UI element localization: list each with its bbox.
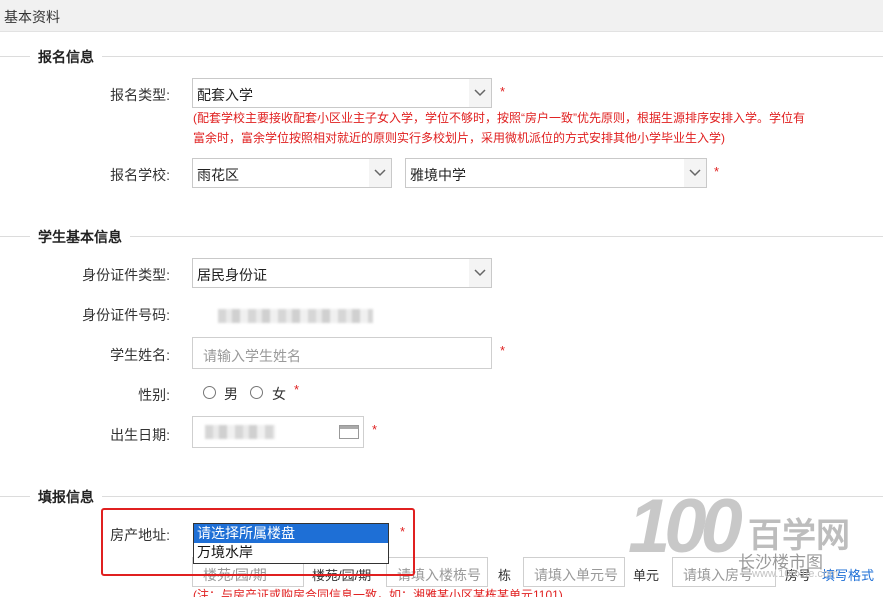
selected-value: 雨花区 xyxy=(197,167,239,183)
watermark-domain: www.100xue.com xyxy=(752,568,839,580)
section-title: 填报信息 xyxy=(30,487,102,507)
gender-female-label: 女 xyxy=(272,386,286,402)
district-select[interactable]: 雨花区 xyxy=(192,158,392,188)
page-header: 基本资料 xyxy=(0,0,883,32)
note-line: (配套学校主要接收配套小区业主子女入学，学位不够时，按照“房户一致”优先原则，根… xyxy=(193,111,805,125)
placeholder: 请输入学生姓名 xyxy=(203,348,301,364)
required-mark: * xyxy=(372,422,378,437)
required-mark: * xyxy=(500,343,506,358)
section-fill: 填报信息 xyxy=(0,487,883,507)
dropdown-option[interactable]: 请选择所属楼盘 xyxy=(194,524,388,543)
id-type-select[interactable]: 居民身份证 xyxy=(192,258,492,288)
birth-date-input[interactable] xyxy=(192,416,364,448)
placeholder: 请填入单元号 xyxy=(534,567,618,583)
gender-female-radio[interactable] xyxy=(250,386,263,399)
section-title: 报名信息 xyxy=(30,47,102,67)
id-number-value-blurred xyxy=(218,309,373,323)
selected-value: 雅境中学 xyxy=(410,167,466,183)
section-registration: 报名信息 xyxy=(0,47,883,67)
section-title: 学生基本信息 xyxy=(30,227,130,247)
registration-type-label: 报名类型: xyxy=(110,87,170,103)
gender-label: 性别: xyxy=(138,387,170,403)
unit-input[interactable]: 请填入单元号 xyxy=(523,557,625,587)
required-mark: * xyxy=(294,382,300,397)
id-number-label: 身份证件号码: xyxy=(82,307,170,323)
building-unit-label: 栋 xyxy=(498,568,512,583)
gender-male-radio[interactable] xyxy=(203,386,216,399)
watermark-logo-number: 100 xyxy=(628,484,743,569)
student-name-input[interactable]: 请输入学生姓名 xyxy=(192,337,492,369)
property-select-dropdown[interactable]: 请选择所属楼盘 万境水岸 xyxy=(193,523,389,564)
school-label: 报名学校: xyxy=(110,167,170,183)
calendar-icon[interactable] xyxy=(339,425,359,439)
chevron-down-icon xyxy=(469,79,491,107)
dropdown-option[interactable]: 万境水岸 xyxy=(194,543,388,562)
school-select[interactable]: 雅境中学 xyxy=(405,158,707,188)
gender-male-label: 男 xyxy=(224,386,238,402)
address-note: (注：与房产证或购房合同信息一致，如：湘雅某小区某栋某单元1101) xyxy=(193,588,563,597)
student-name-label: 学生姓名: xyxy=(110,347,170,363)
section-student: 学生基本信息 xyxy=(0,227,883,247)
birth-date-value-blurred xyxy=(205,425,275,439)
required-mark: * xyxy=(714,164,720,179)
chevron-down-icon xyxy=(469,259,491,287)
chevron-down-icon xyxy=(369,159,391,187)
chevron-down-icon xyxy=(684,159,706,187)
note-line: 富余时，富余学位按照相对就近的原则实行多校划片，采用微机派位的方式安排其他小学毕… xyxy=(193,131,726,145)
selected-value: 配套入学 xyxy=(197,87,253,103)
id-type-label: 身份证件类型: xyxy=(82,267,170,283)
required-mark: * xyxy=(500,84,506,99)
birth-date-label: 出生日期: xyxy=(110,427,170,443)
registration-note: (配套学校主要接收配套小区业主子女入学，学位不够时，按照“房户一致”优先原则，根… xyxy=(193,108,833,148)
page-title: 基本资料 xyxy=(4,9,60,25)
selected-value: 居民身份证 xyxy=(197,267,267,283)
registration-type-select[interactable]: 配套入学 xyxy=(192,78,492,108)
